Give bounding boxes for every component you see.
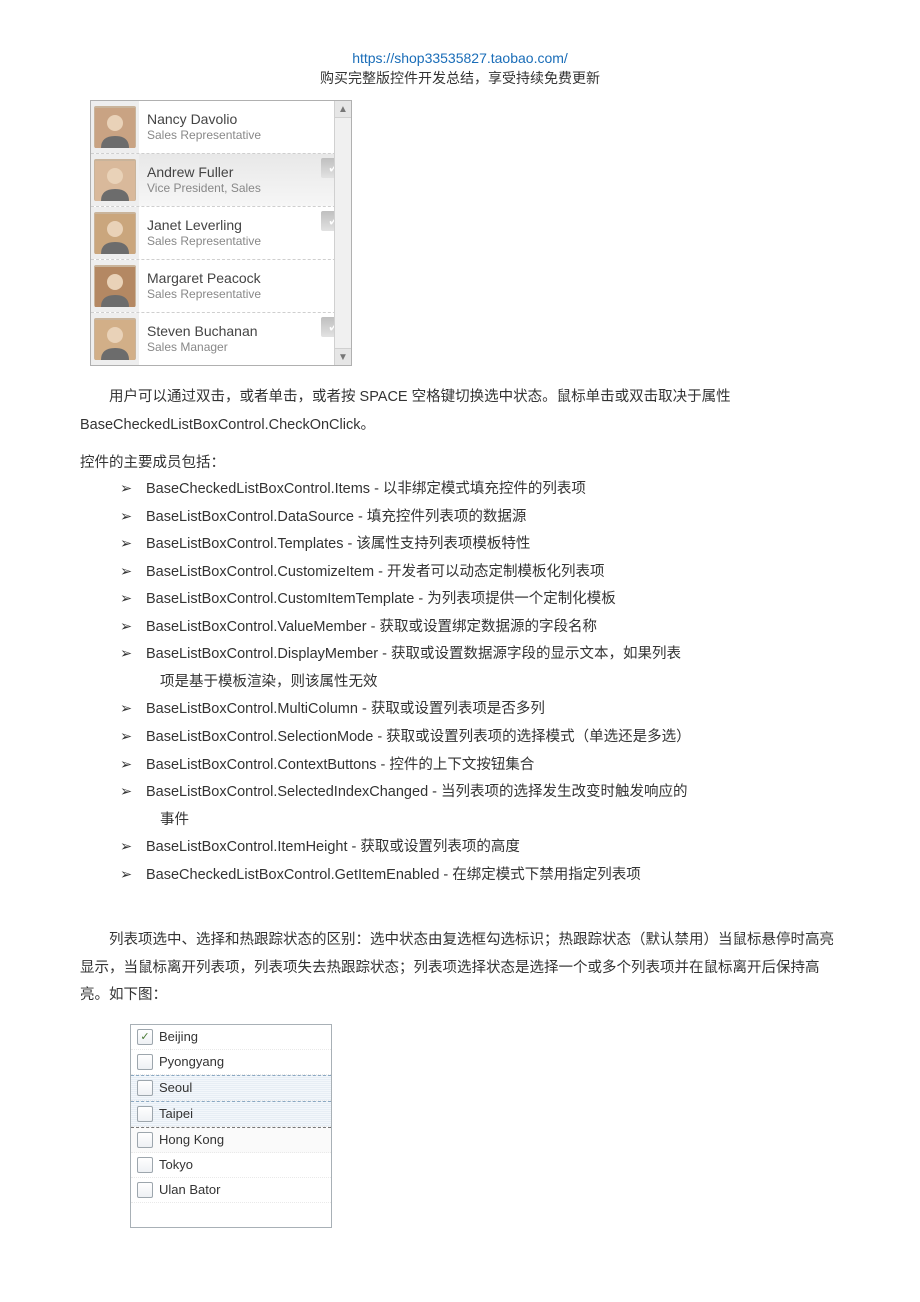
city-item[interactable]: Pyongyang xyxy=(131,1050,331,1075)
chevron-right-icon: ➢ xyxy=(120,614,146,642)
bullet-text: BaseListBoxControl.DisplayMember - 获取或设置… xyxy=(146,641,840,669)
bullet-item: ➢ BaseListBoxControl.Templates - 该属性支持列表… xyxy=(120,531,840,559)
bullet-item: ➢ BaseListBoxControl.CustomItemTemplate … xyxy=(120,586,840,614)
empty-row xyxy=(131,1203,331,1227)
bullet-item: ➢ BaseListBoxControl.DataSource - 填充控件列表… xyxy=(120,504,840,532)
checkbox-icon[interactable] xyxy=(137,1157,153,1173)
employee-listbox[interactable]: Nancy Davolio Sales Representative ✓ And… xyxy=(90,100,352,366)
bullet-item: ➢ BaseCheckedListBoxControl.Items - 以非绑定… xyxy=(120,476,840,504)
avatar xyxy=(91,207,139,259)
bullet-item: ➢ BaseListBoxControl.DisplayMember - 获取或… xyxy=(120,641,840,669)
employee-title: Vice President, Sales xyxy=(147,181,313,197)
bullet-text: BaseListBoxControl.SelectionMode - 获取或设置… xyxy=(146,724,840,752)
employee-name: Janet Leverling xyxy=(147,217,313,234)
chevron-right-icon: ➢ xyxy=(120,696,146,724)
bullet-item: ➢ BaseListBoxControl.MultiColumn - 获取或设置… xyxy=(120,696,840,724)
bullet-item: ➢ BaseListBoxControl.SelectionMode - 获取或… xyxy=(120,724,840,752)
list-item[interactable]: Janet Leverling Sales Representative ✓ xyxy=(91,206,351,259)
avatar xyxy=(91,101,139,153)
chevron-right-icon: ➢ xyxy=(120,559,146,587)
checkbox-icon[interactable] xyxy=(137,1182,153,1198)
paragraph-2: 列表项选中、选择和热跟踪状态的区别：选中状态由复选框勾选标识；热跟踪状态（默认禁… xyxy=(80,927,840,1010)
scroll-down-icon[interactable]: ▼ xyxy=(335,348,351,365)
city-item[interactable]: Ulan Bator xyxy=(131,1178,331,1203)
bullet-item: ➢ BaseListBoxControl.CustomizeItem - 开发者… xyxy=(120,559,840,587)
chevron-right-icon: ➢ xyxy=(120,476,146,504)
employee-title: Sales Representative xyxy=(147,234,313,250)
employee-name: Andrew Fuller xyxy=(147,164,313,181)
bullet-text: BaseListBoxControl.Templates - 该属性支持列表项模… xyxy=(146,531,840,559)
checkbox-icon[interactable] xyxy=(137,1106,153,1122)
employee-title: Sales Representative xyxy=(147,128,313,144)
city-item[interactable]: Seoul xyxy=(131,1075,331,1101)
chevron-right-icon: ➢ xyxy=(120,586,146,614)
chevron-right-icon: ➢ xyxy=(120,531,146,559)
bullet-text: BaseListBoxControl.SelectedIndexChanged … xyxy=(146,779,840,807)
employee-name: Margaret Peacock xyxy=(147,270,313,287)
list-item[interactable]: Nancy Davolio Sales Representative ✓ xyxy=(91,101,351,153)
city-label: Seoul xyxy=(159,1080,192,1095)
city-label: Taipei xyxy=(159,1106,193,1121)
list-item[interactable]: Andrew Fuller Vice President, Sales ✓ xyxy=(91,153,351,206)
members-list: ➢ BaseCheckedListBoxControl.Items - 以非绑定… xyxy=(120,476,840,889)
bullet-continuation: 项是基于模板渲染，则该属性无效 xyxy=(160,669,840,697)
bullet-item: ➢ BaseListBoxControl.ContextButtons - 控件… xyxy=(120,752,840,780)
city-item[interactable]: Taipei xyxy=(131,1101,331,1127)
scrollbar[interactable]: ▲ ▼ xyxy=(334,101,351,365)
bullet-text: BaseCheckedListBoxControl.GetItemEnabled… xyxy=(146,862,840,890)
city-item[interactable]: Tokyo xyxy=(131,1153,331,1178)
bullet-text: BaseListBoxControl.ContextButtons - 控件的上… xyxy=(146,752,840,780)
city-item[interactable]: ✓ Beijing xyxy=(131,1025,331,1050)
paragraph-1: 用户可以通过双击，或者单击，或者按 SPACE 空格键切换选中状态。鼠标单击或双… xyxy=(80,384,840,439)
city-listbox[interactable]: ✓ Beijing Pyongyang Seoul Taipei Hong Ko… xyxy=(130,1024,332,1228)
checkbox-icon[interactable] xyxy=(137,1132,153,1148)
employee-title: Sales Representative xyxy=(147,287,313,303)
scroll-up-icon[interactable]: ▲ xyxy=(335,101,351,118)
bullet-text: BaseListBoxControl.CustomItemTemplate - … xyxy=(146,586,840,614)
bullet-text: BaseListBoxControl.MultiColumn - 获取或设置列表… xyxy=(146,696,840,724)
city-item[interactable]: Hong Kong xyxy=(131,1127,331,1153)
chevron-right-icon: ➢ xyxy=(120,641,146,669)
employee-name: Nancy Davolio xyxy=(147,111,313,128)
chevron-right-icon: ➢ xyxy=(120,834,146,862)
city-label: Hong Kong xyxy=(159,1132,224,1147)
bullet-item: ➢ BaseCheckedListBoxControl.GetItemEnabl… xyxy=(120,862,840,890)
employee-title: Sales Manager xyxy=(147,340,313,356)
city-label: Pyongyang xyxy=(159,1054,224,1069)
chevron-right-icon: ➢ xyxy=(120,504,146,532)
city-label: Tokyo xyxy=(159,1157,193,1172)
employee-name: Steven Buchanan xyxy=(147,323,313,340)
city-label: Beijing xyxy=(159,1029,198,1044)
chevron-right-icon: ➢ xyxy=(120,752,146,780)
avatar xyxy=(91,313,139,365)
bullet-item: ➢ BaseListBoxControl.ValueMember - 获取或设置… xyxy=(120,614,840,642)
header-subtitle: 购买完整版控件开发总结，享受持续免费更新 xyxy=(80,68,840,88)
bullet-continuation: 事件 xyxy=(160,807,840,835)
bullet-text: BaseCheckedListBoxControl.Items - 以非绑定模式… xyxy=(146,476,840,504)
chevron-right-icon: ➢ xyxy=(120,724,146,752)
city-label: Ulan Bator xyxy=(159,1182,220,1197)
chevron-right-icon: ➢ xyxy=(120,779,146,807)
header-link[interactable]: https://shop33535827.taobao.com/ xyxy=(80,50,840,66)
list-item[interactable]: Margaret Peacock Sales Representative ✓ xyxy=(91,259,351,312)
bullet-text: BaseListBoxControl.ValueMember - 获取或设置绑定… xyxy=(146,614,840,642)
bullet-item: ➢ BaseListBoxControl.SelectedIndexChange… xyxy=(120,779,840,807)
page-header: https://shop33535827.taobao.com/ 购买完整版控件… xyxy=(80,50,840,88)
checkbox-icon[interactable]: ✓ xyxy=(137,1029,153,1045)
bullet-item: ➢ BaseListBoxControl.ItemHeight - 获取或设置列… xyxy=(120,834,840,862)
bullet-text: BaseListBoxControl.ItemHeight - 获取或设置列表项… xyxy=(146,834,840,862)
bullet-text: BaseListBoxControl.CustomizeItem - 开发者可以… xyxy=(146,559,840,587)
bullet-text: BaseListBoxControl.DataSource - 填充控件列表项的… xyxy=(146,504,840,532)
avatar xyxy=(91,260,139,312)
chevron-right-icon: ➢ xyxy=(120,862,146,890)
checkbox-icon[interactable] xyxy=(137,1080,153,1096)
members-title: 控件的主要成员包括： xyxy=(80,451,840,472)
avatar xyxy=(91,154,139,206)
list-item[interactable]: Steven Buchanan Sales Manager ✓ xyxy=(91,312,351,365)
checkbox-icon[interactable] xyxy=(137,1054,153,1070)
